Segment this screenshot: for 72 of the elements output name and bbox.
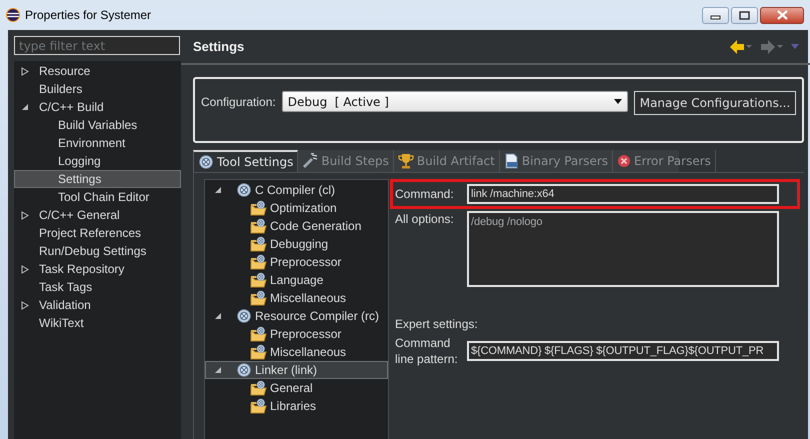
folder-gear-icon: [250, 290, 267, 306]
expert-settings-label: Expert settings:: [395, 317, 479, 331]
tool-item[interactable]: C Compiler (cl): [205, 181, 388, 199]
trophy-icon: [398, 153, 414, 169]
wand-icon: [302, 153, 318, 169]
close-button[interactable]: [760, 6, 804, 24]
option-category-item[interactable]: Optimization: [205, 199, 388, 217]
folder-gear-icon: [250, 380, 267, 396]
error-icon: [617, 154, 632, 168]
category-item[interactable]: C/C++ Build: [14, 98, 181, 116]
folder-gear-icon: [250, 236, 267, 252]
dropdown-caret-icon: [614, 99, 622, 104]
option-category-item[interactable]: Code Generation: [205, 217, 388, 235]
tool-item[interactable]: Resource Compiler (rc): [205, 307, 388, 325]
category-item[interactable]: Project References: [14, 224, 181, 242]
view-menu-icon: [791, 44, 800, 49]
tool-item[interactable]: Linker (link): [205, 361, 388, 379]
app-logo-icon: [6, 8, 20, 22]
dropdown-caret-icon: [746, 45, 752, 48]
category-item[interactable]: WikiText: [14, 314, 181, 332]
filter-field[interactable]: type filter text: [14, 36, 180, 55]
category-item[interactable]: Build Variables: [14, 116, 181, 134]
category-item[interactable]: Task Tags: [14, 278, 181, 296]
minimize-button[interactable]: [702, 6, 729, 24]
category-item[interactable]: Environment: [14, 134, 181, 152]
manage-configurations-button[interactable]: Manage Configurations...: [634, 91, 796, 115]
binary-file-icon: [504, 153, 519, 169]
category-item[interactable]: Tool Chain Editor: [14, 188, 181, 206]
command-line-pattern-label: Command line pattern:: [395, 335, 459, 367]
category-item[interactable]: Run/Debug Settings: [14, 242, 181, 260]
category-item[interactable]: Settings: [14, 170, 181, 188]
window-title: Properties for Systemer: [25, 8, 152, 22]
maximize-button[interactable]: [731, 6, 758, 24]
maximize-icon: [739, 10, 750, 20]
command-label: Command:: [395, 186, 455, 202]
all-options-label: All options:: [395, 211, 455, 228]
option-category-item[interactable]: Libraries: [205, 397, 388, 415]
option-category-item[interactable]: Miscellaneous: [205, 343, 388, 361]
category-item[interactable]: Validation: [14, 296, 181, 314]
all-options-field[interactable]: /debug /nologo: [467, 211, 779, 287]
option-category-item[interactable]: Preprocessor: [205, 325, 388, 343]
folder-gear-icon: [250, 200, 267, 216]
option-category-item[interactable]: Miscellaneous: [205, 289, 388, 307]
option-category-item[interactable]: Debugging: [205, 235, 388, 253]
category-item[interactable]: Builders: [14, 80, 181, 98]
category-item[interactable]: Resource: [14, 62, 181, 80]
back-arrow-icon[interactable]: [729, 38, 746, 54]
folder-gear-icon: [250, 326, 267, 342]
gear-icon: [236, 308, 252, 324]
dropdown-caret-icon: [777, 45, 784, 48]
category-item[interactable]: Task Repository: [14, 260, 181, 278]
tab[interactable]: Tool Settings: [193, 150, 298, 172]
tab[interactable]: Error Parsers: [613, 150, 716, 172]
configuration-label: Configuration:: [201, 95, 276, 109]
category-item[interactable]: C/C++ General: [14, 206, 181, 224]
gear-icon: [236, 362, 252, 378]
category-item[interactable]: Logging: [14, 152, 181, 170]
command-line-pattern-field[interactable]: ${COMMAND} ${FLAGS} ${OUTPUT_FLAG}${OUTPUT_PR: [467, 341, 779, 361]
configuration-dropdown[interactable]: Debug [ Active ]: [282, 91, 628, 112]
gear-icon: [236, 182, 252, 198]
gear-icon: [198, 154, 214, 170]
folder-gear-icon: [250, 344, 267, 360]
page-title: Settings: [193, 39, 246, 54]
option-category-item[interactable]: Preprocessor: [205, 253, 388, 271]
close-icon: [776, 10, 788, 20]
command-field[interactable]: link /machine:x64: [467, 184, 779, 204]
option-category-item[interactable]: General: [205, 379, 388, 397]
folder-gear-icon: [250, 254, 267, 270]
folder-gear-icon: [250, 398, 267, 414]
folder-gear-icon: [250, 218, 267, 234]
option-category-item[interactable]: Language: [205, 271, 388, 289]
folder-gear-icon: [250, 272, 267, 288]
